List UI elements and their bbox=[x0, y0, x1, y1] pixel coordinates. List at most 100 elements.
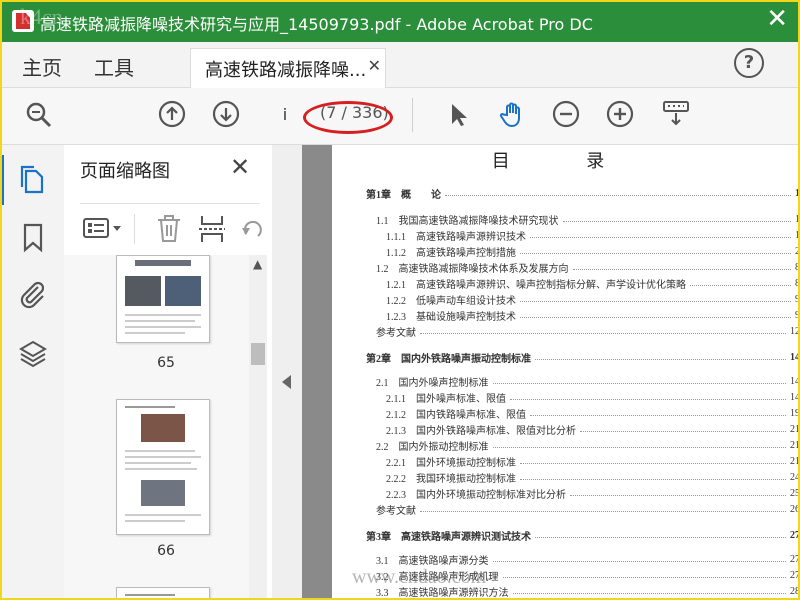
toc-entry[interactable]: 1.2.1 高速铁路噪声源辨识、噪声控制指标分解、声学设计优化策略 8 bbox=[386, 275, 800, 291]
toc-entry-page: 27 bbox=[790, 569, 800, 581]
panel-close-button[interactable]: ✕ bbox=[230, 153, 250, 181]
delete-page-icon[interactable] bbox=[156, 214, 182, 244]
toc-leader-dots bbox=[562, 220, 791, 222]
thumbnails-scrollbar[interactable]: ▲ bbox=[249, 255, 267, 600]
toc-leader-dots bbox=[420, 510, 786, 512]
window-title: 高速铁路减振降噪技术研究与应用_14509793.pdf - Adobe Acr… bbox=[40, 15, 593, 34]
thumbnail-page-label: 65 bbox=[157, 355, 175, 371]
zoom-out-icon[interactable] bbox=[552, 100, 580, 128]
tab-tools[interactable]: 工具 bbox=[94, 52, 134, 81]
toc-entry[interactable]: 2.2 国内外振动控制标准 21 bbox=[376, 437, 800, 453]
toc-leader-dots bbox=[535, 358, 786, 360]
toc-entry-page: 25 bbox=[790, 487, 800, 499]
page-thumbnails-icon[interactable] bbox=[20, 165, 46, 195]
next-page-icon[interactable] bbox=[212, 100, 240, 128]
page-thumbnail-65[interactable] bbox=[116, 255, 210, 343]
document-tab-close-button[interactable]: ✕ bbox=[368, 56, 381, 75]
layers-icon[interactable] bbox=[18, 339, 48, 369]
toc-entry-text: 1.1.1 高速铁路噪声源辨识技术 bbox=[386, 231, 526, 243]
toc-entry-text: 2.1 国内外噪声控制标准 bbox=[376, 377, 489, 389]
toc-entry-page: 2 bbox=[795, 245, 800, 257]
toc-entry[interactable]: 第1章 概 论 1 bbox=[366, 185, 800, 201]
keyboard-scroll-icon[interactable] bbox=[662, 100, 690, 128]
toc-entry-text: 参考文献 bbox=[376, 505, 416, 517]
toc-entry[interactable]: 2.2.2 我国环境振动控制标准 24 bbox=[386, 469, 800, 485]
thumbnail-options-icon[interactable] bbox=[82, 216, 124, 242]
toc-entry[interactable]: 2.1.1 国外噪声标准、限值 14 bbox=[386, 389, 800, 405]
document-tab[interactable]: 高速铁路减振降噪... ✕ bbox=[190, 48, 386, 88]
toc-entry-page: 9 bbox=[795, 309, 800, 321]
previous-page-icon[interactable] bbox=[158, 100, 186, 128]
toc-leader-dots bbox=[520, 462, 786, 464]
toc-leader-dots bbox=[492, 446, 786, 448]
rotate-page-icon[interactable] bbox=[238, 214, 264, 244]
toc-entry[interactable]: 1.2.3 基础设施噪声控制技术 9 bbox=[386, 307, 800, 323]
toc-entry-page: 14 bbox=[790, 351, 800, 363]
toc-entry[interactable]: 参考文献 12 bbox=[376, 323, 800, 339]
toc-entry[interactable]: 2.2.3 国内外环境振动控制标准对比分析 25 bbox=[386, 485, 800, 501]
toc-entry-text: 1.1 我国高速铁路减振降噪技术研究现状 bbox=[376, 215, 559, 227]
toc-entry-text: 2.2 国内外振动控制标准 bbox=[376, 441, 489, 453]
toc-entry[interactable]: 1.2.2 低噪声动车组设计技术 9 bbox=[386, 291, 800, 307]
help-icon[interactable]: ? bbox=[734, 48, 764, 78]
bookmark-icon[interactable] bbox=[22, 223, 44, 253]
toc-entry-page: 14 bbox=[790, 375, 800, 387]
left-navigation-pane bbox=[0, 145, 65, 600]
window-close-button[interactable]: ✕ bbox=[766, 6, 788, 32]
toc-entry-page: 8 bbox=[795, 277, 800, 289]
thumbnail-text-line bbox=[125, 326, 201, 328]
toc-entry[interactable]: 1.1.1 高速铁路噪声源辨识技术 1 bbox=[386, 227, 800, 243]
toc-entry[interactable]: 2.1 国内外噪声控制标准 14 bbox=[376, 373, 800, 389]
scroll-up-icon[interactable]: ▲ bbox=[253, 257, 262, 271]
thumbnail-text-line bbox=[125, 520, 185, 522]
select-cursor-icon[interactable] bbox=[444, 100, 472, 128]
thumbnail-text-line bbox=[125, 456, 201, 458]
toc-entry-page: 19 bbox=[790, 407, 800, 419]
thumbnail-image bbox=[125, 276, 161, 306]
toc-entry[interactable]: 3.1 高速铁路噪声源分类 27 bbox=[376, 551, 800, 567]
toc-entry-page: 21 bbox=[790, 423, 800, 435]
toc-entry-text: 2.2.1 国外环境振动控制标准 bbox=[386, 457, 516, 469]
toc-entry[interactable]: 2.1.2 国内铁路噪声标准、限值 19 bbox=[386, 405, 800, 421]
toc-entry[interactable]: 参考文献 26 bbox=[376, 501, 800, 517]
thumbnail-text-line bbox=[125, 450, 195, 452]
toc-leader-dots bbox=[492, 560, 786, 562]
toc-entry-page: 24 bbox=[790, 471, 800, 483]
toc-entry[interactable]: 第3章 高速铁路噪声源辨识测试技术 27 bbox=[366, 527, 800, 543]
thumbnail-text-line bbox=[125, 462, 191, 464]
toc-entry-page: 8 bbox=[795, 261, 800, 273]
extract-page-icon[interactable] bbox=[198, 214, 226, 244]
thumbnail-text-line bbox=[125, 406, 175, 408]
toc-leader-dots bbox=[420, 332, 786, 334]
document-viewer[interactable]: 目 录 第1章 概 论 1 1.1 我国高速铁路减振降噪技术研究现状 1 1.1.1 高… bbox=[302, 145, 800, 600]
collapse-arrow-icon[interactable] bbox=[282, 375, 291, 389]
zoom-search-icon[interactable] bbox=[24, 100, 52, 128]
toc-entry[interactable]: 1.2 高速铁路减振降噪技术体系及发展方向 8 bbox=[376, 259, 800, 275]
toc-entry[interactable]: 第2章 国内外铁路噪声振动控制标准 14 bbox=[366, 349, 800, 365]
toc-entry[interactable]: 1.1.2 高速铁路噪声控制措施 2 bbox=[386, 243, 800, 259]
panel-collapse-strip[interactable] bbox=[272, 145, 302, 600]
toc-entry-page: 27 bbox=[790, 529, 800, 541]
thumbnail-image bbox=[141, 414, 185, 442]
page-thumbnail-66[interactable] bbox=[116, 399, 210, 535]
thumbnail-page-label: 66 bbox=[157, 543, 175, 559]
thumbnail-image bbox=[165, 276, 201, 306]
tab-home[interactable]: 主页 bbox=[22, 52, 62, 81]
hand-tool-icon[interactable] bbox=[498, 100, 526, 128]
toc-entry[interactable]: 2.2.1 国外环境振动控制标准 21 bbox=[386, 453, 800, 469]
page-thumbnails-panel: 页面缩略图 ✕ 65 66 ▲ bbox=[64, 145, 272, 600]
panel-toolbar-separator bbox=[134, 214, 135, 244]
toc-entry[interactable]: 1.1 我国高速铁路减振降噪技术研究现状 1 bbox=[376, 211, 800, 227]
document-tab-label: 高速铁路减振降噪... bbox=[205, 60, 367, 81]
toc-leader-dots bbox=[520, 300, 791, 302]
zoom-in-icon[interactable] bbox=[606, 100, 634, 128]
scrollbar-thumb[interactable] bbox=[251, 343, 265, 365]
thumbnail-text-line bbox=[125, 514, 201, 516]
thumbnails-list: 65 66 bbox=[64, 255, 249, 600]
toc-entry[interactable]: 2.1.3 国内外铁路噪声标准、限值对比分析 21 bbox=[386, 421, 800, 437]
page-number-input[interactable]: i bbox=[268, 100, 302, 130]
toc-entry-page: 1 bbox=[795, 229, 800, 241]
page-thumbnail-67[interactable] bbox=[116, 587, 210, 600]
toc-entry-text: 1.1.2 高速铁路噪声控制措施 bbox=[386, 247, 516, 259]
attachment-icon[interactable] bbox=[18, 279, 48, 311]
